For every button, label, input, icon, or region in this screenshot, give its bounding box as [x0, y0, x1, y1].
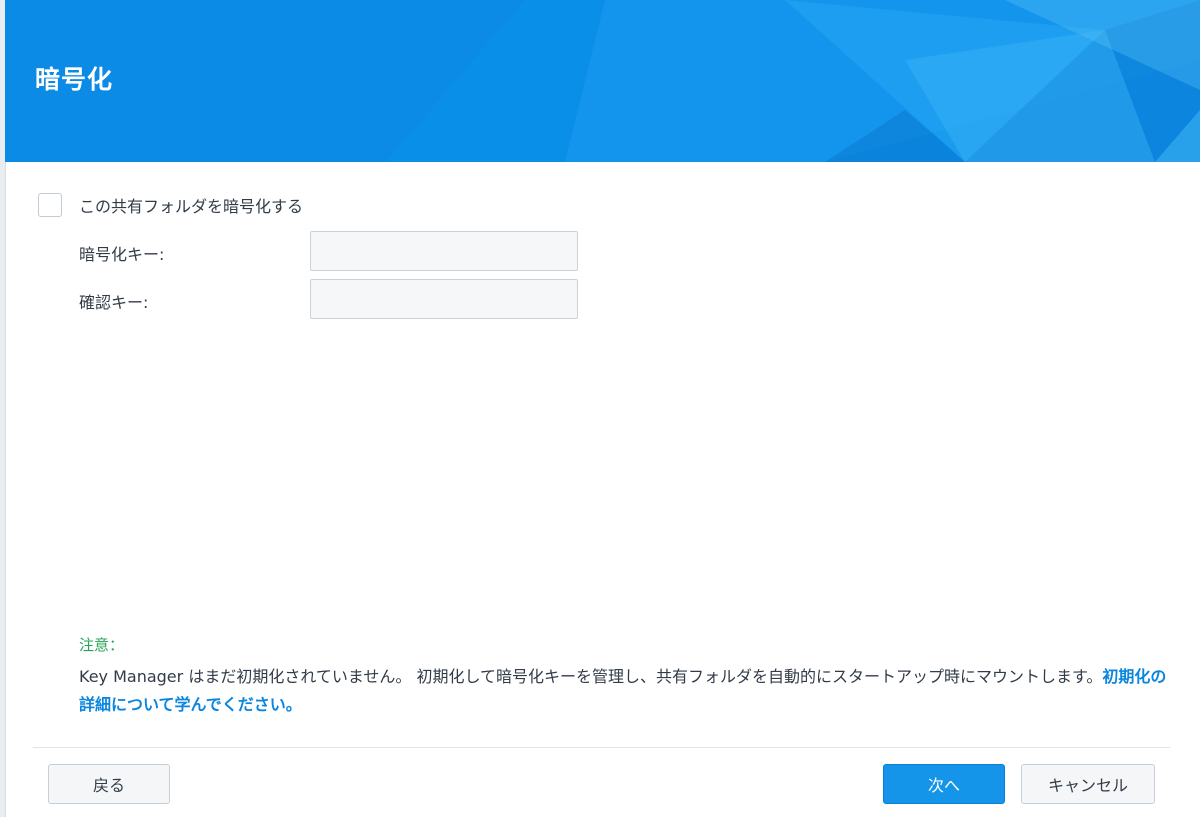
encryption-dialog: 暗号化 この共有フォルダを暗号化する 暗号化キー: 確認キー: 注意： Key … [0, 0, 1200, 817]
note-label: 注意： [79, 636, 125, 654]
encryption-key-input[interactable] [310, 231, 578, 271]
next-button[interactable]: 次へ [883, 764, 1005, 804]
note-body: Key Manager はまだ初期化されていません。 初期化して暗号化キーを管理… [79, 667, 1103, 686]
encryption-key-label: 暗号化キー: [79, 245, 165, 264]
dialog-header: 暗号化 [5, 0, 1200, 162]
header-background [5, 0, 1200, 162]
encrypt-folder-label[interactable]: この共有フォルダを暗号化する [79, 193, 303, 217]
confirm-key-input[interactable] [310, 279, 578, 319]
confirm-key-label: 確認キー: [79, 293, 149, 312]
encrypt-folder-option[interactable]: この共有フォルダを暗号化する [38, 191, 303, 219]
note-message: Key Manager はまだ初期化されていません。 初期化して暗号化キーを管理… [79, 663, 1169, 719]
footer-divider [33, 747, 1170, 748]
cancel-button[interactable]: キャンセル [1021, 764, 1155, 804]
dialog-title: 暗号化 [35, 65, 114, 94]
back-button[interactable]: 戻る [48, 764, 170, 804]
encrypt-folder-checkbox[interactable] [38, 193, 62, 217]
